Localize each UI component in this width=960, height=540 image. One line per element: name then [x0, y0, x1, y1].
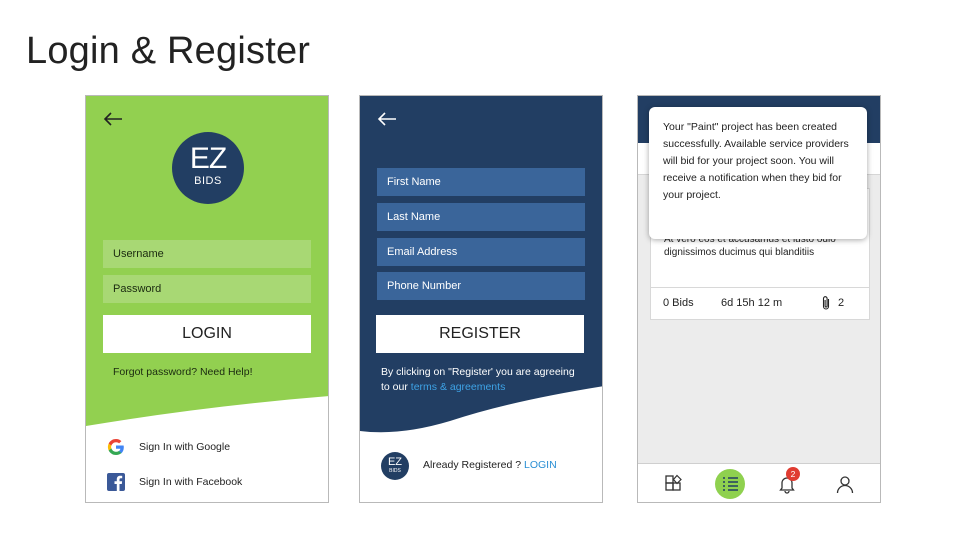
project-screen: At vero eos et accusamus et iusto odio d…: [637, 95, 881, 503]
terms-link[interactable]: terms & agreements: [411, 381, 506, 393]
ez-bids-mini-logo: EZ BIDS: [381, 452, 409, 480]
username-field[interactable]: Username: [103, 240, 311, 268]
user-icon: [836, 476, 854, 494]
bottom-tab-bar: 2: [638, 463, 880, 502]
list-icon: [723, 477, 738, 491]
google-icon: [107, 439, 124, 455]
bid-count: 0 Bids: [663, 297, 694, 309]
already-registered: Already Registered ? LOGIN: [423, 459, 557, 471]
tab-notifications[interactable]: 2: [772, 467, 802, 499]
terms-text: By clicking on "Register' you are agreei…: [381, 365, 581, 395]
logo-text-top: EZ: [189, 142, 227, 175]
password-field[interactable]: Password: [103, 275, 311, 303]
forgot-password-link[interactable]: Forgot password? Need Help!: [113, 366, 253, 378]
tab-profile[interactable]: [830, 469, 860, 499]
register-button[interactable]: REGISTER: [376, 315, 584, 353]
back-arrow-icon[interactable]: [376, 110, 398, 128]
already-registered-text: Already Registered ?: [423, 459, 524, 471]
notification-badge: 2: [786, 467, 800, 481]
logo-text-bottom: BIDS: [194, 175, 222, 187]
project-created-notification: Your "Paint" project has been created su…: [649, 107, 867, 239]
google-signin-label: Sign In with Google: [139, 441, 231, 453]
ez-bids-logo: EZ BIDS: [172, 132, 244, 204]
add-widget-icon: [665, 474, 682, 491]
login-link[interactable]: LOGIN: [524, 459, 557, 471]
login-screen: EZ BIDS Username Password LOGIN Forgot p…: [85, 95, 329, 503]
paperclip-icon: [822, 296, 830, 310]
last-name-field[interactable]: Last Name: [377, 203, 585, 231]
email-address-field[interactable]: Email Address: [377, 238, 585, 266]
time-remaining: 6d 15h 12 m: [721, 297, 783, 309]
facebook-signin-label: Sign In with Facebook: [139, 476, 243, 488]
back-arrow-icon[interactable]: [102, 110, 124, 128]
mini-logo-bottom: BIDS: [389, 468, 401, 474]
facebook-icon: [107, 473, 125, 491]
first-name-field[interactable]: First Name: [377, 168, 585, 196]
tab-add-project[interactable]: [659, 469, 689, 499]
tab-projects[interactable]: [715, 469, 745, 499]
card-footer: 0 Bids 6d 15h 12 m 2: [651, 287, 869, 319]
attachment-count: 2: [838, 297, 845, 309]
slide-title: Login & Register: [26, 30, 311, 72]
login-button[interactable]: LOGIN: [103, 315, 311, 353]
phone-number-field[interactable]: Phone Number: [377, 272, 585, 300]
register-screen: First Name Last Name Email Address Phone…: [359, 95, 603, 503]
mini-logo-top: EZ: [387, 456, 403, 468]
